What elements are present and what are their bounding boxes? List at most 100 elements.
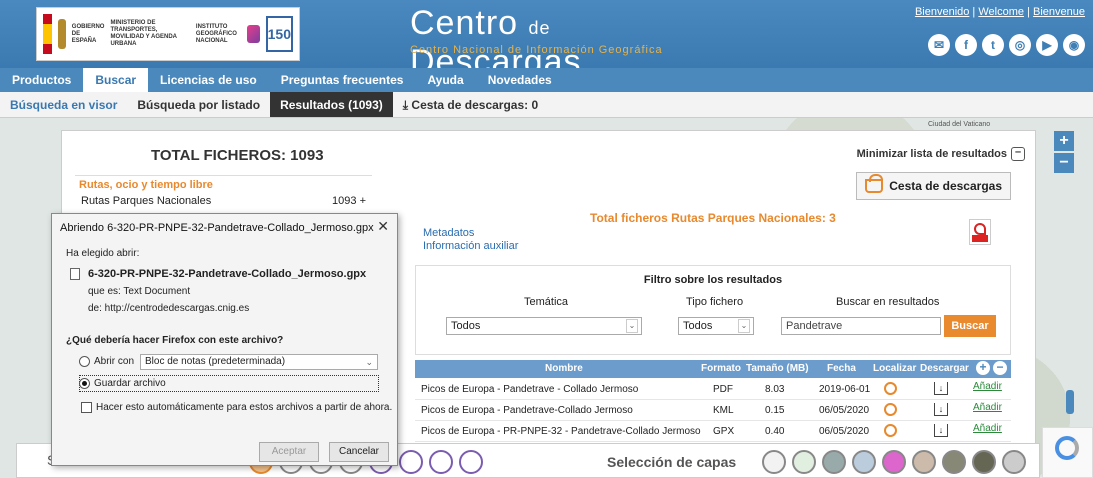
basemap-icon[interactable] [822, 450, 846, 474]
nav-novedades[interactable]: Novedades [476, 68, 564, 92]
youtube-icon[interactable]: ▶ [1036, 34, 1058, 56]
link-info-auxiliar[interactable]: Información auxiliar [423, 240, 518, 253]
language-links: Bienvenido | Welcome | Bienvenue [914, 6, 1085, 18]
category-item[interactable]: Rutas Parques Nacionales 1093 + [75, 194, 372, 210]
tab-resultados[interactable]: Resultados (1093) [270, 92, 393, 117]
expand-all-icon[interactable]: + [976, 361, 990, 375]
basemap-icon[interactable] [912, 450, 936, 474]
layer-icon[interactable] [429, 450, 453, 474]
table-row: Picos de Europa - PR-PNPE-32 - Pandetrav… [415, 421, 1011, 442]
seleccion-capas[interactable]: Selección de capas [607, 454, 736, 470]
nav-licencias[interactable]: Licencias de uso [148, 68, 269, 92]
anniversary-logo: 150 [265, 16, 293, 52]
zoom-in-button[interactable]: + [1054, 131, 1074, 151]
layer-icon[interactable] [399, 450, 423, 474]
category-head[interactable]: Rutas, ocio y tiempo libre [75, 176, 372, 194]
nav-preguntas[interactable]: Preguntas frecuentes [269, 68, 416, 92]
search-button[interactable]: Buscar [944, 315, 996, 337]
col-fecha[interactable]: Fecha [827, 363, 856, 374]
basemap-icon[interactable] [762, 450, 786, 474]
tab-cesta[interactable]: ⤓ Cesta de descargas: 0 [393, 92, 548, 117]
file-icon [70, 268, 80, 280]
tab-busqueda-listado[interactable]: Búsqueda por listado [127, 92, 270, 117]
link-bienvenido[interactable]: Bienvenido [915, 6, 969, 18]
minimize-results-button[interactable]: Minimizar lista de resultados – [857, 147, 1025, 161]
tipo-fichero-select[interactable]: Todos ⌄ [678, 317, 754, 335]
results-table-header: Nombre Formato Tamaño (MB) Fecha Localiz… [415, 360, 1011, 378]
ign-logo-icon [247, 25, 260, 43]
auto-checkbox[interactable] [81, 402, 92, 413]
cancel-button[interactable]: Cancelar [329, 442, 389, 462]
tab-busqueda-visor[interactable]: Búsqueda en visor [0, 92, 127, 117]
pdf-icon[interactable] [969, 219, 991, 245]
main-nav: Productos Buscar Licencias de uso Pregun… [0, 68, 1093, 92]
app-select[interactable]: Bloc de notas (predeterminada) ⌄ [140, 354, 378, 370]
add-link[interactable]: Añadir [973, 381, 1002, 392]
locate-icon[interactable] [884, 424, 897, 437]
dialog-filename: 6-320-PR-PNPE-32-Pandetrave-Collado_Jerm… [88, 268, 367, 280]
gov-text-3: INSTITUTO GEOGRÁFICO NACIONAL [195, 23, 237, 44]
twitter-icon[interactable]: t [982, 34, 1004, 56]
recaptcha-badge[interactable] [1042, 427, 1093, 478]
zoom-out-button[interactable]: − [1054, 153, 1074, 173]
filter-box: Filtro sobre los resultados Temática Tip… [415, 265, 1011, 355]
locate-icon[interactable] [884, 382, 897, 395]
cesta-descargas-button[interactable]: Cesta de descargas [856, 172, 1011, 200]
locate-icon[interactable] [884, 403, 897, 416]
col-nombre[interactable]: Nombre [545, 363, 583, 374]
download-icon[interactable]: ↓ [934, 424, 948, 437]
close-icon[interactable]: ✕ [377, 218, 389, 235]
chevron-down-icon: ⌄ [365, 357, 373, 367]
nav-ayuda[interactable]: Ayuda [415, 68, 475, 92]
map-scroll-handle[interactable] [1066, 390, 1074, 414]
save-file-label[interactable]: Guardar archivo [94, 378, 166, 389]
total-files: TOTAL FICHEROS: 1093 [151, 147, 324, 164]
dialog-title: Abriendo 6-320-PR-PNPE-32-Pandetrave-Col… [60, 222, 374, 234]
nav-buscar[interactable]: Buscar [83, 68, 149, 92]
link-welcome[interactable]: Welcome [978, 6, 1024, 18]
add-link[interactable]: Añadir [973, 423, 1002, 434]
basemap-icon[interactable] [942, 450, 966, 474]
file-open-dialog: Abriendo 6-320-PR-PNPE-32-Pandetrave-Col… [51, 213, 398, 466]
add-link[interactable]: Añadir [973, 402, 1002, 413]
table-row: Picos de Europa - Pandetrave - Collado J… [415, 379, 1011, 400]
sub-nav: Búsqueda en visor Búsqueda por listado R… [0, 92, 1093, 118]
layer-icon[interactable] [459, 450, 483, 474]
coat-of-arms-icon [58, 19, 66, 49]
basket-icon [865, 174, 884, 193]
nav-productos[interactable]: Productos [0, 68, 83, 92]
site-header: GOBIERNO DE ESPAÑA MINISTERIO DE TRANSPO… [0, 0, 1093, 81]
download-icon[interactable]: ↓ [934, 403, 948, 416]
download-icon[interactable]: ↓ [934, 382, 948, 395]
facebook-icon[interactable]: f [955, 34, 977, 56]
col-formato[interactable]: Formato [701, 363, 741, 374]
basemap-icon[interactable] [1002, 450, 1026, 474]
category-list: Rutas, ocio y tiempo libre Rutas Parques… [75, 175, 372, 210]
recaptcha-icon [1055, 436, 1079, 460]
col-tamano[interactable]: Tamaño (MB) [746, 363, 809, 374]
open-with-radio[interactable] [79, 356, 90, 367]
chosen-label: Ha elegido abrir: [66, 248, 140, 259]
government-logo[interactable]: GOBIERNO DE ESPAÑA MINISTERIO DE TRANSPO… [36, 7, 300, 61]
social-links: ✉ f t ◎ ▶ ◉ [928, 34, 1085, 56]
link-metadatos[interactable]: Metadatos [423, 227, 518, 240]
mail-icon[interactable]: ✉ [928, 34, 950, 56]
search-results-input[interactable]: Pandetrave [781, 317, 941, 335]
open-with-label[interactable]: Abrir con [94, 356, 134, 367]
auto-label[interactable]: Hacer esto automáticamente para estos ar… [96, 402, 392, 413]
basemap-icon[interactable] [882, 450, 906, 474]
col-descargar: Descargar [920, 363, 969, 374]
accept-button[interactable]: Aceptar [259, 442, 319, 462]
basemap-icon[interactable] [792, 450, 816, 474]
save-file-radio[interactable] [79, 378, 90, 389]
dialog-question: ¿Qué debería hacer Firefox con este arch… [66, 335, 284, 346]
instagram-icon[interactable]: ◎ [1009, 34, 1031, 56]
collapse-all-icon[interactable]: − [993, 361, 1007, 375]
metadata-links: Metadatos Información auxiliar [423, 227, 518, 253]
tematica-select[interactable]: Todos ⌄ [446, 317, 642, 335]
basemap-icon[interactable] [972, 450, 996, 474]
rss-icon[interactable]: ◉ [1063, 34, 1085, 56]
link-bienvenue[interactable]: Bienvenue [1033, 6, 1085, 18]
file-type: que es: Text Document [88, 286, 191, 297]
basemap-icon[interactable] [852, 450, 876, 474]
